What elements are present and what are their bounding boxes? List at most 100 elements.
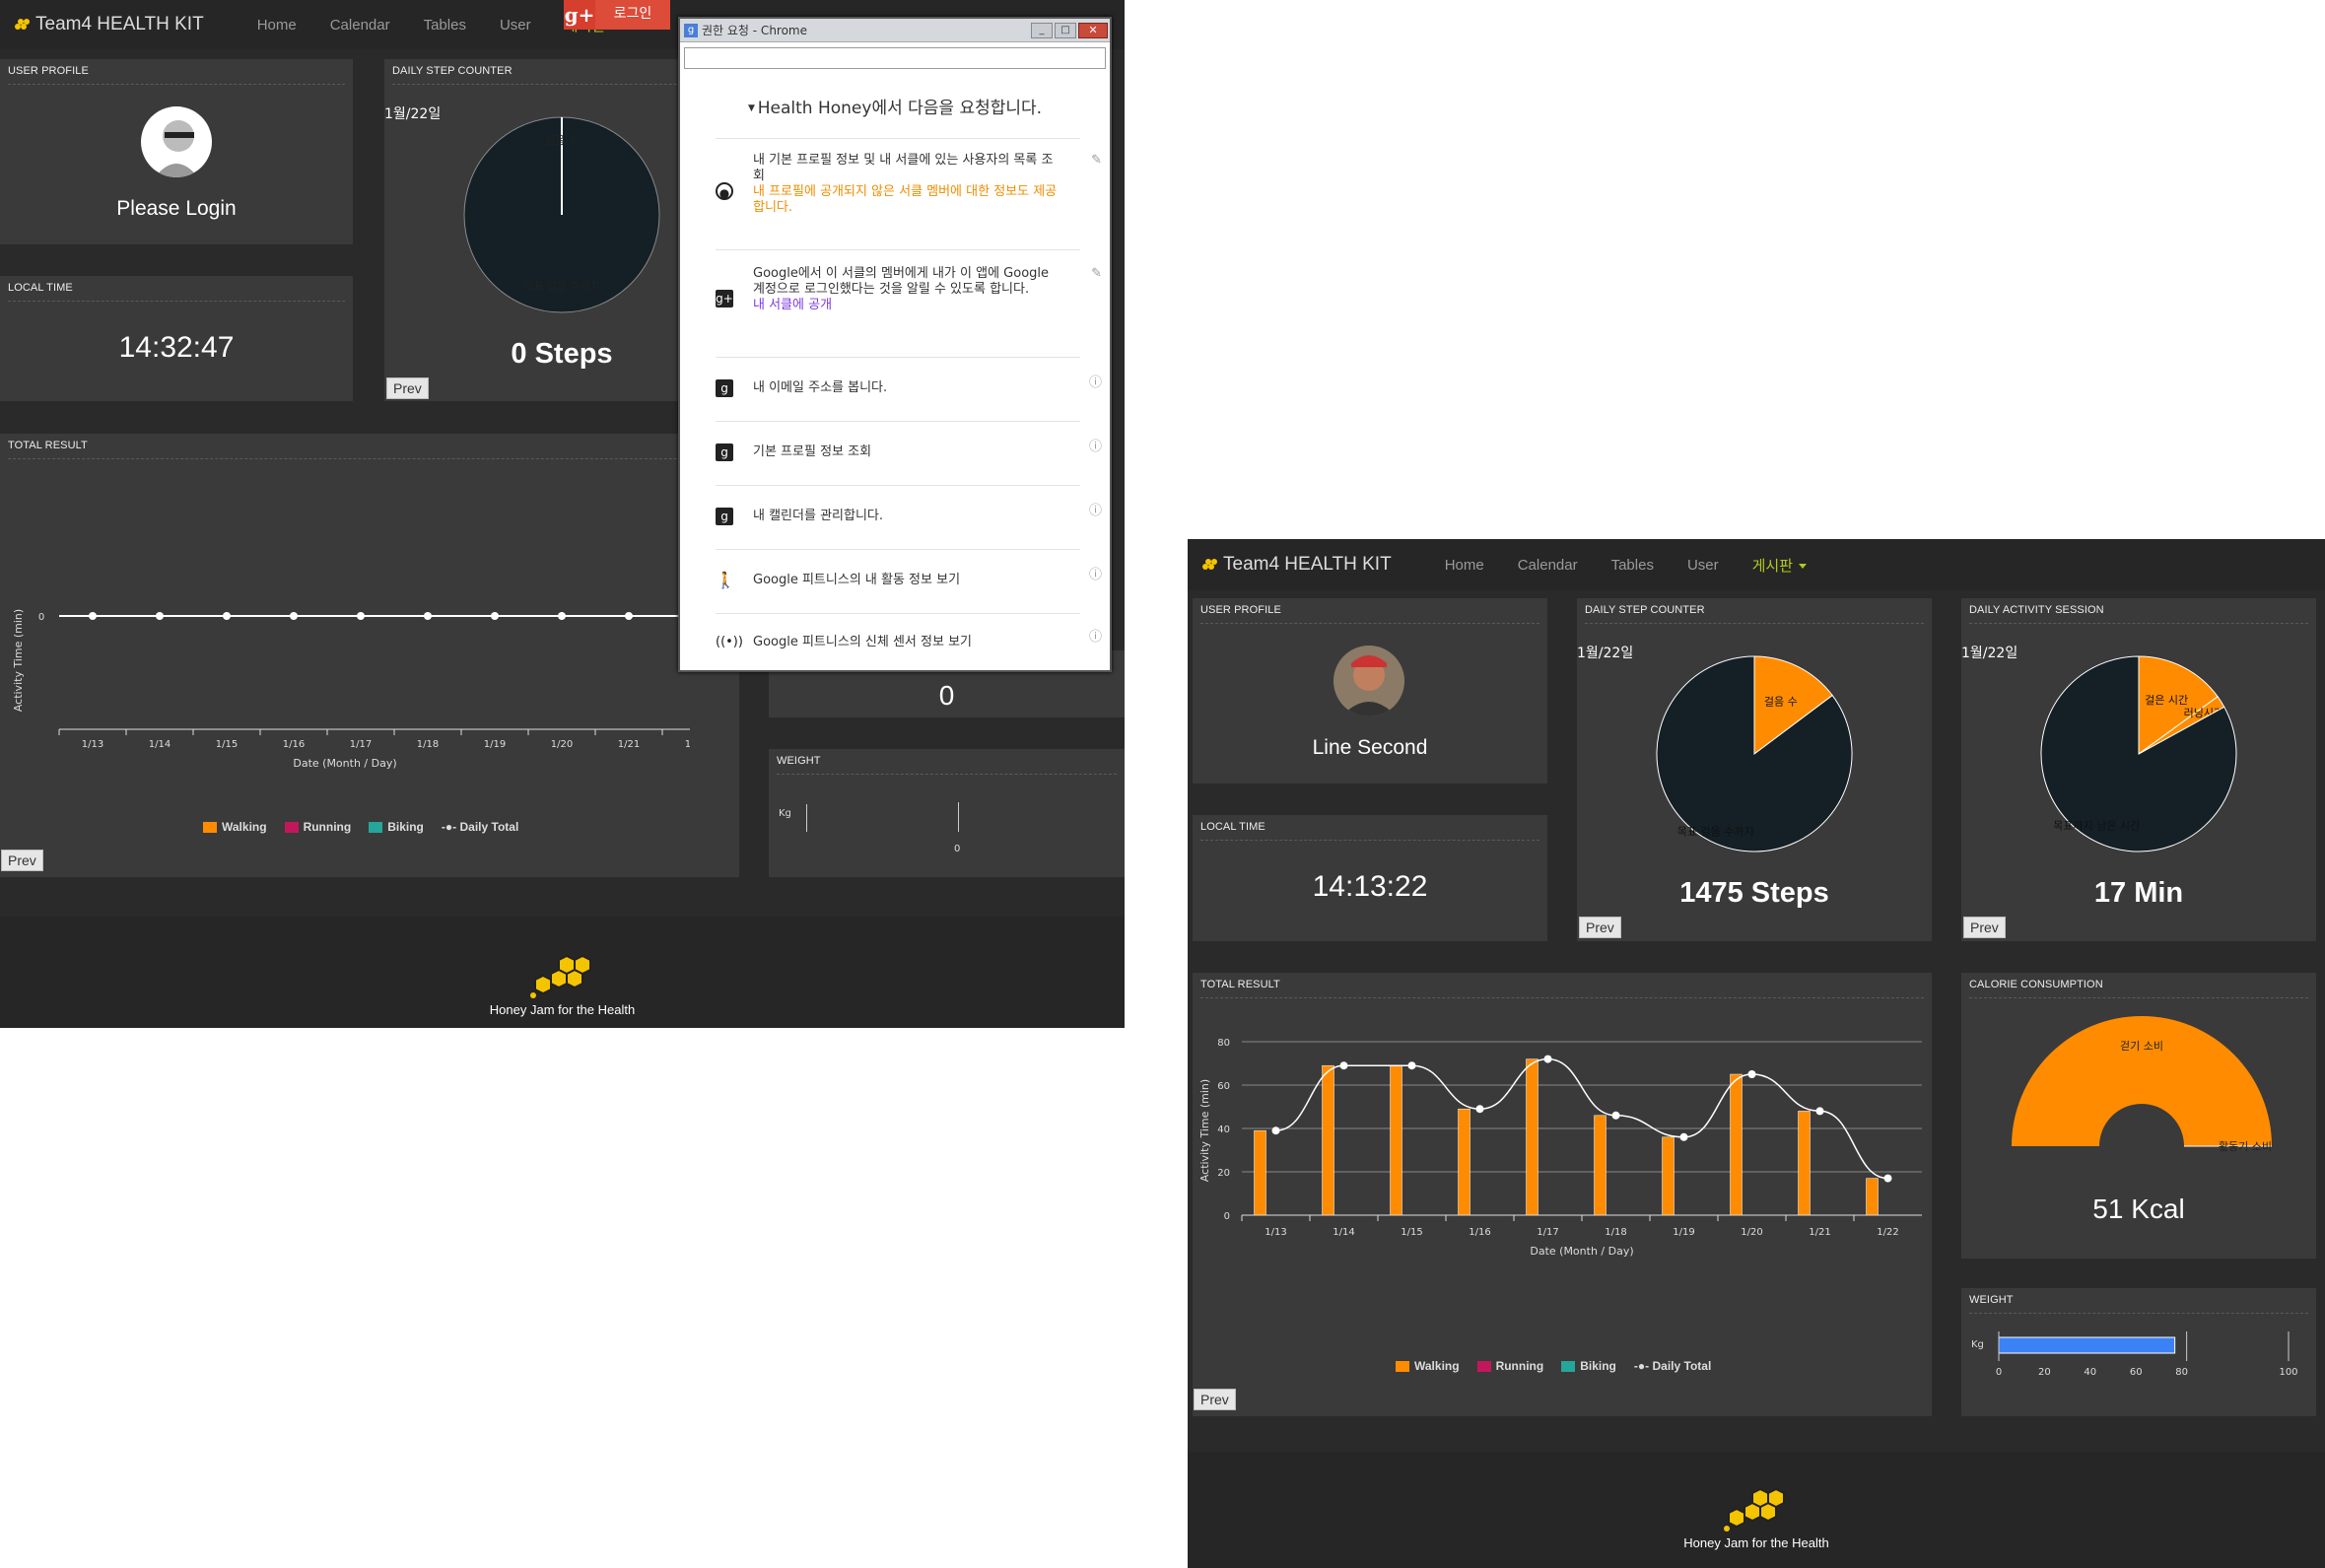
date-label: 1월/22일: [1577, 646, 1634, 661]
x-tick-label: 1/15: [1401, 1227, 1422, 1238]
legend-biking[interactable]: Biking: [369, 820, 424, 834]
honeycomb-logo-icon: [1724, 1487, 1785, 1532]
nav-tables[interactable]: Tables: [424, 17, 466, 34]
date-label: 1월/22일: [384, 106, 442, 122]
google-plus-icon[interactable]: g+: [564, 0, 595, 30]
prev-button[interactable]: Prev: [1194, 1389, 1236, 1410]
info-icon[interactable]: ⓘ: [1089, 375, 1102, 391]
bar-walking: [1662, 1136, 1675, 1216]
prev-button[interactable]: Prev: [1579, 917, 1621, 938]
permission-text-main: 기본 프로필 정보 조회: [753, 444, 872, 459]
pie-label-steps: 걸음 수: [545, 134, 579, 147]
local-time-value: 14:32:47: [118, 331, 235, 364]
walking-swatch: [1396, 1361, 1409, 1373]
prev-button[interactable]: Prev: [1, 850, 43, 871]
user-profile-panel: USER PROFILE Line Second: [1193, 598, 1547, 784]
legend-running[interactable]: Running: [284, 820, 351, 834]
nav-calendar[interactable]: Calendar: [330, 17, 390, 34]
x-tick-label: 80: [2175, 1367, 2188, 1378]
nav-calendar[interactable]: Calendar: [1518, 557, 1578, 574]
data-point: [424, 612, 432, 620]
step-pie-chart: 걸음 수목표 걸음 수까지: [1656, 655, 1853, 852]
avatar: [1333, 646, 1404, 716]
y-tick-label: 60: [1217, 1081, 1230, 1092]
permission-note[interactable]: 내 서클에 공개: [753, 298, 832, 312]
x-tick-label: 0: [1996, 1367, 2002, 1378]
popup-window-title: 권한 요청 - Chrome: [702, 24, 808, 37]
nav-home[interactable]: Home: [1445, 557, 1484, 574]
login-button[interactable]: 로그인: [595, 0, 670, 30]
biking-swatch: [369, 822, 383, 834]
footer: Honey Jam for the Health: [1188, 1452, 2325, 1568]
honeycomb-logo-icon: [1202, 559, 1217, 570]
legend-biking[interactable]: Biking: [1561, 1359, 1616, 1373]
info-icon[interactable]: ⓘ: [1089, 440, 1102, 455]
calorie-gauge-chart: 걷기 소비 활동기 소비: [2012, 1016, 2272, 1153]
x-tick-label: 1/17: [350, 739, 372, 750]
weight-panel: WEIGHT Kg 0 20 40 60 80 100: [1961, 1288, 2316, 1416]
pie-label-remaining: 목표 걸음 수까지: [523, 280, 600, 293]
legend-total[interactable]: -●- Daily Total: [1634, 1359, 1711, 1373]
user-photo-icon: [1333, 646, 1404, 716]
prev-button[interactable]: Prev: [1963, 917, 2006, 938]
x-tick-label: 60: [2130, 1367, 2143, 1378]
brand[interactable]: Team4 HEALTH KIT: [14, 14, 204, 35]
permission-note: 내 프로필에 공개되지 않은 서클 멤버에 대한 정보도 제공합니다.: [753, 184, 1058, 215]
legend-running[interactable]: Running: [1476, 1359, 1543, 1373]
x-tick-label: 1/21: [618, 739, 640, 750]
permission-row: g 내 이메일 주소를 봅니다. ⓘ: [716, 357, 1102, 421]
avatar: [141, 106, 212, 177]
sensor-icon: ((•)): [716, 634, 743, 651]
activity-session-panel: DAILY ACTIVITY SESSION 1월/22일 걸은 시간 러닝시간 목…: [1961, 598, 2316, 941]
permission-text-main: 내 이메일 주소를 봅니다.: [753, 380, 888, 395]
calorie-value: 51 Kcal: [2092, 1193, 2185, 1224]
panel-title: DAILY ACTIVITY SESSION: [1969, 604, 2308, 624]
data-point: [1543, 1055, 1552, 1063]
bar-walking: [1254, 1129, 1266, 1216]
triangle-down-icon: ▼: [747, 103, 758, 113]
data-point: [625, 612, 633, 620]
minimize-button[interactable]: _: [1031, 22, 1053, 38]
data-point: [156, 612, 164, 620]
x-tick-label: 1/19: [484, 739, 506, 750]
x-tick-label: 1/13: [1265, 1227, 1286, 1238]
prev-button[interactable]: Prev: [386, 377, 429, 399]
legend-total[interactable]: -●- Daily Total: [442, 820, 518, 834]
legend-walking[interactable]: Walking: [1396, 1359, 1460, 1373]
weight-axis-label: Kg: [1971, 1339, 1984, 1350]
y-tick-label: 80: [1217, 1038, 1230, 1049]
permission-popup: g 권한 요청 - Chrome _ □ ✕ ▼ Health Honey에서 …: [678, 17, 1112, 672]
nav-tables[interactable]: Tables: [1611, 557, 1654, 574]
close-button[interactable]: ✕: [1078, 22, 1108, 38]
nav-user[interactable]: User: [1687, 557, 1719, 574]
weight-panel: WEIGHT Kg 0: [769, 749, 1125, 877]
nav-home[interactable]: Home: [257, 17, 297, 34]
permission-row: ● 내 기본 프로필 정보 및 내 서클에 있는 사용자의 목록 조회 내 프로필…: [716, 138, 1102, 249]
address-bar[interactable]: [684, 47, 1106, 69]
step-counter-panel: DAILY STEP COUNTER 1월/22일 걸음 수 목표 걸음 수까지 …: [1577, 598, 1932, 941]
pencil-icon[interactable]: ✎: [1091, 153, 1102, 169]
bar-walking: [1798, 1111, 1811, 1216]
pencil-icon[interactable]: ✎: [1091, 266, 1102, 282]
bar-walking: [1526, 1058, 1539, 1216]
x-axis-label: Date (Month / Day): [1530, 1245, 1633, 1258]
maximize-button[interactable]: □: [1055, 22, 1076, 38]
info-icon[interactable]: ⓘ: [1089, 504, 1102, 519]
x-tick-label: 1/17: [1537, 1227, 1558, 1238]
info-icon[interactable]: ⓘ: [1089, 568, 1102, 583]
legend-walking[interactable]: Walking: [203, 820, 267, 834]
y-tick-label: 0: [38, 612, 44, 623]
profile-name: Line Second: [1312, 736, 1428, 759]
biking-swatch: [1561, 1361, 1576, 1373]
info-icon[interactable]: ⓘ: [1089, 630, 1102, 646]
y-axis-label: Activity Time (min): [1198, 1079, 1211, 1182]
screenshot-logged-in: Team4 HEALTH KIT Home Calendar Tables Us…: [1188, 539, 2325, 1568]
nav-board-dropdown[interactable]: 게시판: [1752, 555, 1808, 576]
brand-title: Team4 HEALTH KIT: [35, 14, 204, 34]
permission-text-main: Google에서 이 서클의 멤버에게 내가 이 앱에 Google 계정으로 …: [753, 266, 1050, 297]
nav-user[interactable]: User: [500, 17, 531, 34]
calorie-gauge-arc: [2012, 1016, 2272, 1146]
permission-row: g 내 캘린더를 관리합니다. ⓘ: [716, 485, 1102, 549]
chevron-down-icon: [1799, 564, 1808, 570]
brand[interactable]: Team4 HEALTH KIT: [1201, 554, 1392, 576]
